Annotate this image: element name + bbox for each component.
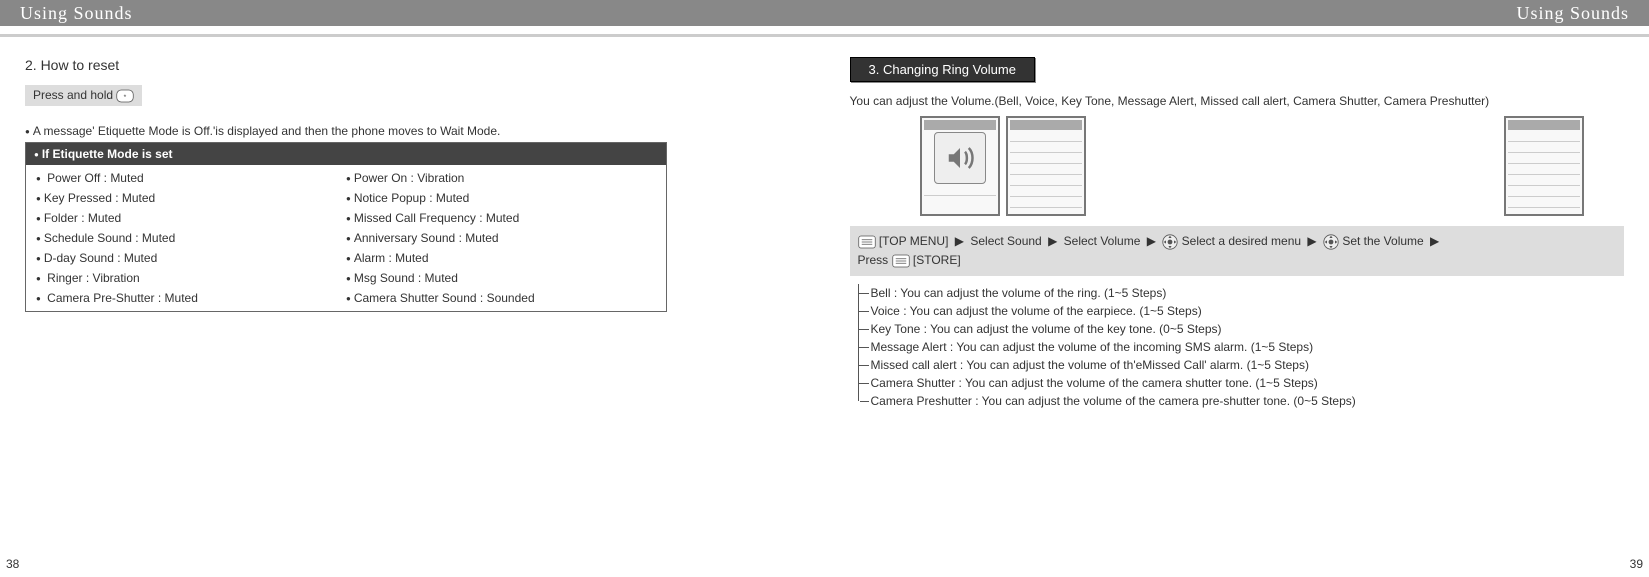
dpad-icon [1162, 234, 1178, 250]
list-item: Message Alert : You can adjust the volum… [859, 338, 1625, 356]
section-changing-ring-volume: 3. Changing Ring Volume [850, 57, 1035, 82]
nav-select-sound: Select Sound [970, 234, 1041, 248]
list-item: Key Tone : You can adjust the volume of … [859, 320, 1625, 338]
table-cell: Power On : Vibration [346, 171, 656, 185]
table-cell: Camera Shutter Sound : Sounded [346, 291, 656, 305]
table-cell: Camera Pre-Shutter : Muted [36, 291, 346, 305]
intro-text: You can adjust the Volume.(Bell, Voice, … [850, 94, 1625, 108]
arrow-icon: ▶ [1307, 232, 1316, 251]
header-rule [825, 34, 1649, 37]
navigation-steps: [TOP MENU] ▶ Select Sound ▶ Select Volum… [850, 226, 1625, 276]
arrow-icon: ▶ [1048, 232, 1057, 251]
table-cell: Notice Popup : Muted [346, 191, 656, 205]
nav-topmenu: [TOP MENU] [879, 234, 949, 248]
table-cell: Schedule Sound : Muted [36, 231, 346, 245]
phone-screenshot [1006, 116, 1086, 216]
section-how-to-reset: 2. How to reset [25, 57, 800, 73]
list-item: Camera Preshutter : You can adjust the v… [859, 392, 1625, 410]
nav-store: [STORE] [913, 253, 961, 267]
press-hold-box: Press and hold * [25, 85, 142, 106]
left-page: Using Sounds 2. How to reset Press and h… [0, 0, 825, 577]
nav-select-volume: Select Volume [1064, 234, 1141, 248]
table-cell: Power Off : Muted [36, 171, 346, 185]
table-cell: Ringer : Vibration [36, 271, 346, 285]
table-cell: Missed Call Frequency : Muted [346, 211, 656, 225]
etiquette-off-message: A message' Etiquette Mode is Off.'is dis… [25, 124, 800, 138]
nav-set-volume: Set the Volume [1342, 234, 1423, 248]
table-cell: Folder : Muted [36, 211, 346, 225]
list-item: Bell : You can adjust the volume of the … [859, 284, 1625, 302]
svg-text:*: * [124, 94, 127, 101]
table-cell: Key Pressed : Muted [36, 191, 346, 205]
page-number-left: 38 [6, 557, 19, 571]
list-item: Missed call alert : You can adjust the v… [859, 356, 1625, 374]
list-item: Voice : You can adjust the volume of the… [859, 302, 1625, 320]
page-number-right: 39 [1630, 557, 1643, 571]
etiquette-table-body: Power Off : Muted Power On : Vibration K… [26, 165, 666, 311]
table-cell: Msg Sound : Muted [346, 271, 656, 285]
arrow-icon: ▶ [1147, 232, 1156, 251]
table-cell: Anniversary Sound : Muted [346, 231, 656, 245]
nav-select-menu: Select a desired menu [1182, 234, 1301, 248]
menu-key-icon [858, 235, 876, 249]
list-item: Camera Shutter : You can adjust the volu… [859, 374, 1625, 392]
press-hold-label: Press and hold [33, 88, 113, 102]
header-rule [0, 34, 825, 37]
menu-key-icon [892, 254, 910, 268]
arrow-icon: ▶ [955, 232, 964, 251]
screenshot-row [920, 116, 1585, 216]
arrow-icon: ▶ [1430, 232, 1439, 251]
etiquette-table: If Etiquette Mode is set Power Off : Mut… [25, 142, 667, 312]
nav-press: Press [858, 253, 889, 267]
header-right: Using Sounds [825, 0, 1649, 26]
table-cell: Alarm : Muted [346, 251, 656, 265]
phone-screenshot [1504, 116, 1584, 216]
speaker-icon [945, 143, 975, 173]
volume-options-list: Bell : You can adjust the volume of the … [858, 284, 1625, 410]
dpad-icon [1323, 234, 1339, 250]
right-page: Using Sounds 3. Changing Ring Volume You… [825, 0, 1649, 577]
header-left: Using Sounds [0, 0, 825, 26]
hold-key-icon: * [116, 89, 134, 103]
table-cell: D-day Sound : Muted [36, 251, 346, 265]
etiquette-table-header: If Etiquette Mode is set [26, 143, 666, 165]
screenshot-group-left [920, 116, 1086, 216]
phone-screenshot [920, 116, 1000, 216]
screenshot-group-right [1504, 116, 1584, 216]
